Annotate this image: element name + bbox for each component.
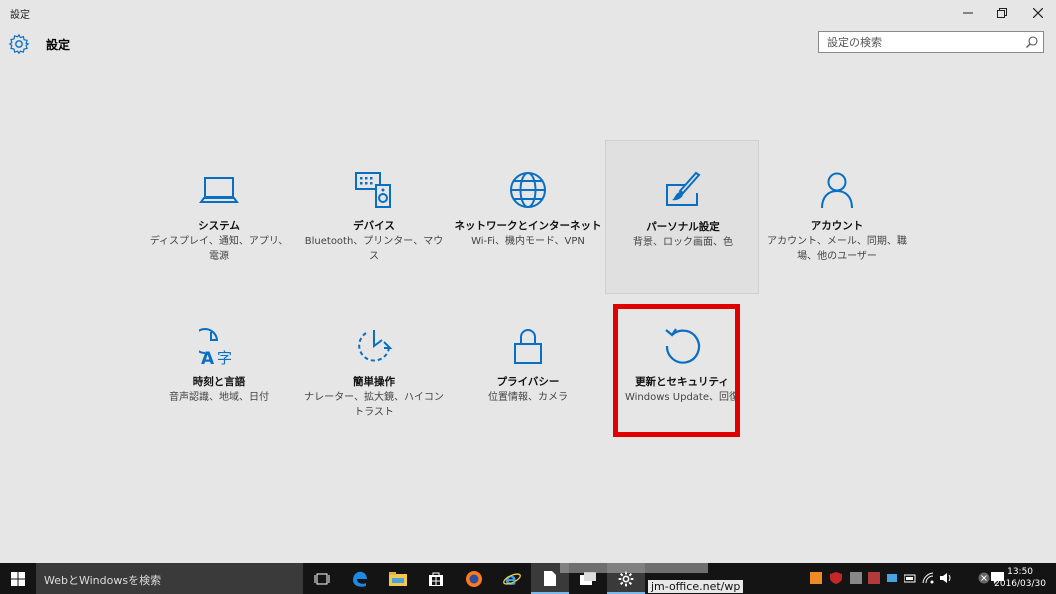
task-view-button[interactable]: [303, 563, 341, 594]
tray-flag-icon[interactable]: [868, 572, 880, 584]
search-input[interactable]: [819, 32, 1027, 52]
page-title: 設定: [46, 38, 71, 52]
restore-icon: [997, 8, 1007, 18]
tile-label: デバイス: [353, 220, 395, 232]
tile-personalization[interactable]: パーソナル設定 背景、ロック画面、色: [605, 140, 759, 294]
taskbar-search-box[interactable]: WebとWindowsを検索: [36, 563, 303, 594]
firefox-icon: [466, 570, 482, 587]
tile-update-security[interactable]: 更新とセキュリティ Windows Update、回復: [605, 296, 759, 450]
tile-label: ネットワークとインターネット: [454, 220, 602, 232]
tile-description: 位置情報、カメラ: [488, 392, 568, 403]
keyboard-speaker-icon: [355, 172, 391, 208]
clock-date: 2016/03/30: [994, 579, 1046, 589]
clock-language-icon: A 字: [199, 328, 232, 366]
person-icon: [821, 172, 853, 209]
tile-description: Wi-Fi、機内モード、VPN: [471, 236, 585, 247]
window-preview-strip: [560, 563, 708, 573]
internet-explorer-icon: e: [503, 570, 521, 588]
tile-label: パーソナル設定: [646, 221, 720, 233]
minimize-icon: [963, 12, 973, 14]
windows-logo-icon: [11, 571, 25, 586]
taskbar: WebとWindowsを検索 e jm-office.net/wp 13:50 …: [0, 563, 1056, 594]
taskbar-search-text: WebとWindowsを検索: [44, 574, 162, 587]
gear-icon: [8, 33, 30, 55]
svg-text:e: e: [505, 570, 517, 588]
store-icon: [429, 572, 443, 586]
clock-time: 13:50: [1007, 567, 1034, 577]
window-title: 設定: [10, 10, 30, 21]
tile-label: 時刻と言語: [192, 376, 246, 388]
close-icon: [1033, 8, 1043, 18]
shield-icon[interactable]: [830, 572, 842, 584]
taskbar-edge[interactable]: [341, 563, 379, 594]
tile-label: 簡単操作: [353, 376, 395, 388]
task-view-icon: [314, 573, 330, 584]
tray-alert-icon[interactable]: [850, 572, 862, 584]
taskbar-explorer[interactable]: [379, 563, 417, 594]
settings-search[interactable]: [818, 31, 1044, 53]
folder-icon: [389, 571, 407, 586]
tile-label: 更新とセキュリティ: [635, 376, 729, 388]
laptop-icon: [199, 177, 239, 203]
svg-text:A: A: [201, 349, 215, 366]
preview-url-text: jm-office.net/wp: [648, 580, 744, 593]
restore-button[interactable]: [984, 0, 1020, 26]
ease-of-access-icon: [358, 330, 393, 362]
globe-icon: [510, 172, 546, 208]
paint-brush-icon: [666, 171, 701, 206]
tray-app-icon[interactable]: [810, 572, 822, 584]
refresh-icon: [665, 328, 701, 364]
tile-label: アカウント: [810, 220, 864, 232]
taskbar-firefox[interactable]: [455, 563, 493, 594]
tile-description: Bluetooth、プリンター、マウス: [304, 236, 444, 262]
svg-text:字: 字: [217, 349, 232, 366]
tile-label: システム: [198, 220, 240, 232]
tile-label: プライバシー: [496, 376, 560, 388]
taskbar-store[interactable]: [417, 563, 455, 594]
taskbar-ie[interactable]: e: [493, 563, 531, 594]
tile-time-language[interactable]: A 字 時刻と言語 音声認識、地域、日付: [142, 296, 296, 450]
lock-icon: [514, 329, 542, 364]
file-stack-icon: [580, 572, 596, 585]
tile-description: 背景、ロック画面、色: [633, 237, 733, 248]
tile-network[interactable]: ネットワークとインターネット Wi-Fi、機内モード、VPN: [451, 140, 605, 294]
wifi-icon[interactable]: [922, 572, 934, 584]
tile-privacy[interactable]: プライバシー 位置情報、カメラ: [451, 296, 605, 450]
volume-icon[interactable]: [940, 572, 952, 584]
tray-close-icon[interactable]: [978, 572, 990, 584]
start-button[interactable]: [0, 563, 36, 594]
tile-description: 音声認識、地域、日付: [169, 392, 269, 403]
title-bar: 設定: [0, 0, 1056, 26]
search-icon[interactable]: [1025, 35, 1039, 49]
tile-description: ナレーター、拡大鏡、ハイコントラスト: [304, 392, 444, 418]
close-button[interactable]: [1020, 0, 1056, 26]
tray-network-drive-icon[interactable]: [886, 572, 898, 584]
tile-accounts[interactable]: アカウント アカウント、メール、同期、職場、他のユーザー: [760, 140, 914, 294]
tile-system[interactable]: システム ディスプレイ、通知、アプリ、電源: [142, 140, 296, 294]
edge-icon: [353, 571, 367, 587]
tile-description: Windows Update、回復: [624, 392, 740, 403]
tile-ease-of-access[interactable]: 簡単操作 ナレーター、拡大鏡、ハイコントラスト: [297, 296, 451, 450]
tile-devices[interactable]: デバイス Bluetooth、プリンター、マウス: [297, 140, 451, 294]
battery-icon[interactable]: [904, 572, 916, 584]
tile-description: アカウント、メール、同期、職場、他のユーザー: [767, 236, 907, 262]
document-icon: [544, 571, 556, 586]
tile-description: ディスプレイ、通知、アプリ、電源: [149, 236, 289, 262]
minimize-button[interactable]: [950, 0, 986, 26]
settings-window: 設定 設定 システム ディスプレイ、通知、アプリ、電源: [0, 0, 1056, 563]
clock[interactable]: 13:50 2016/03/30: [994, 566, 1046, 590]
